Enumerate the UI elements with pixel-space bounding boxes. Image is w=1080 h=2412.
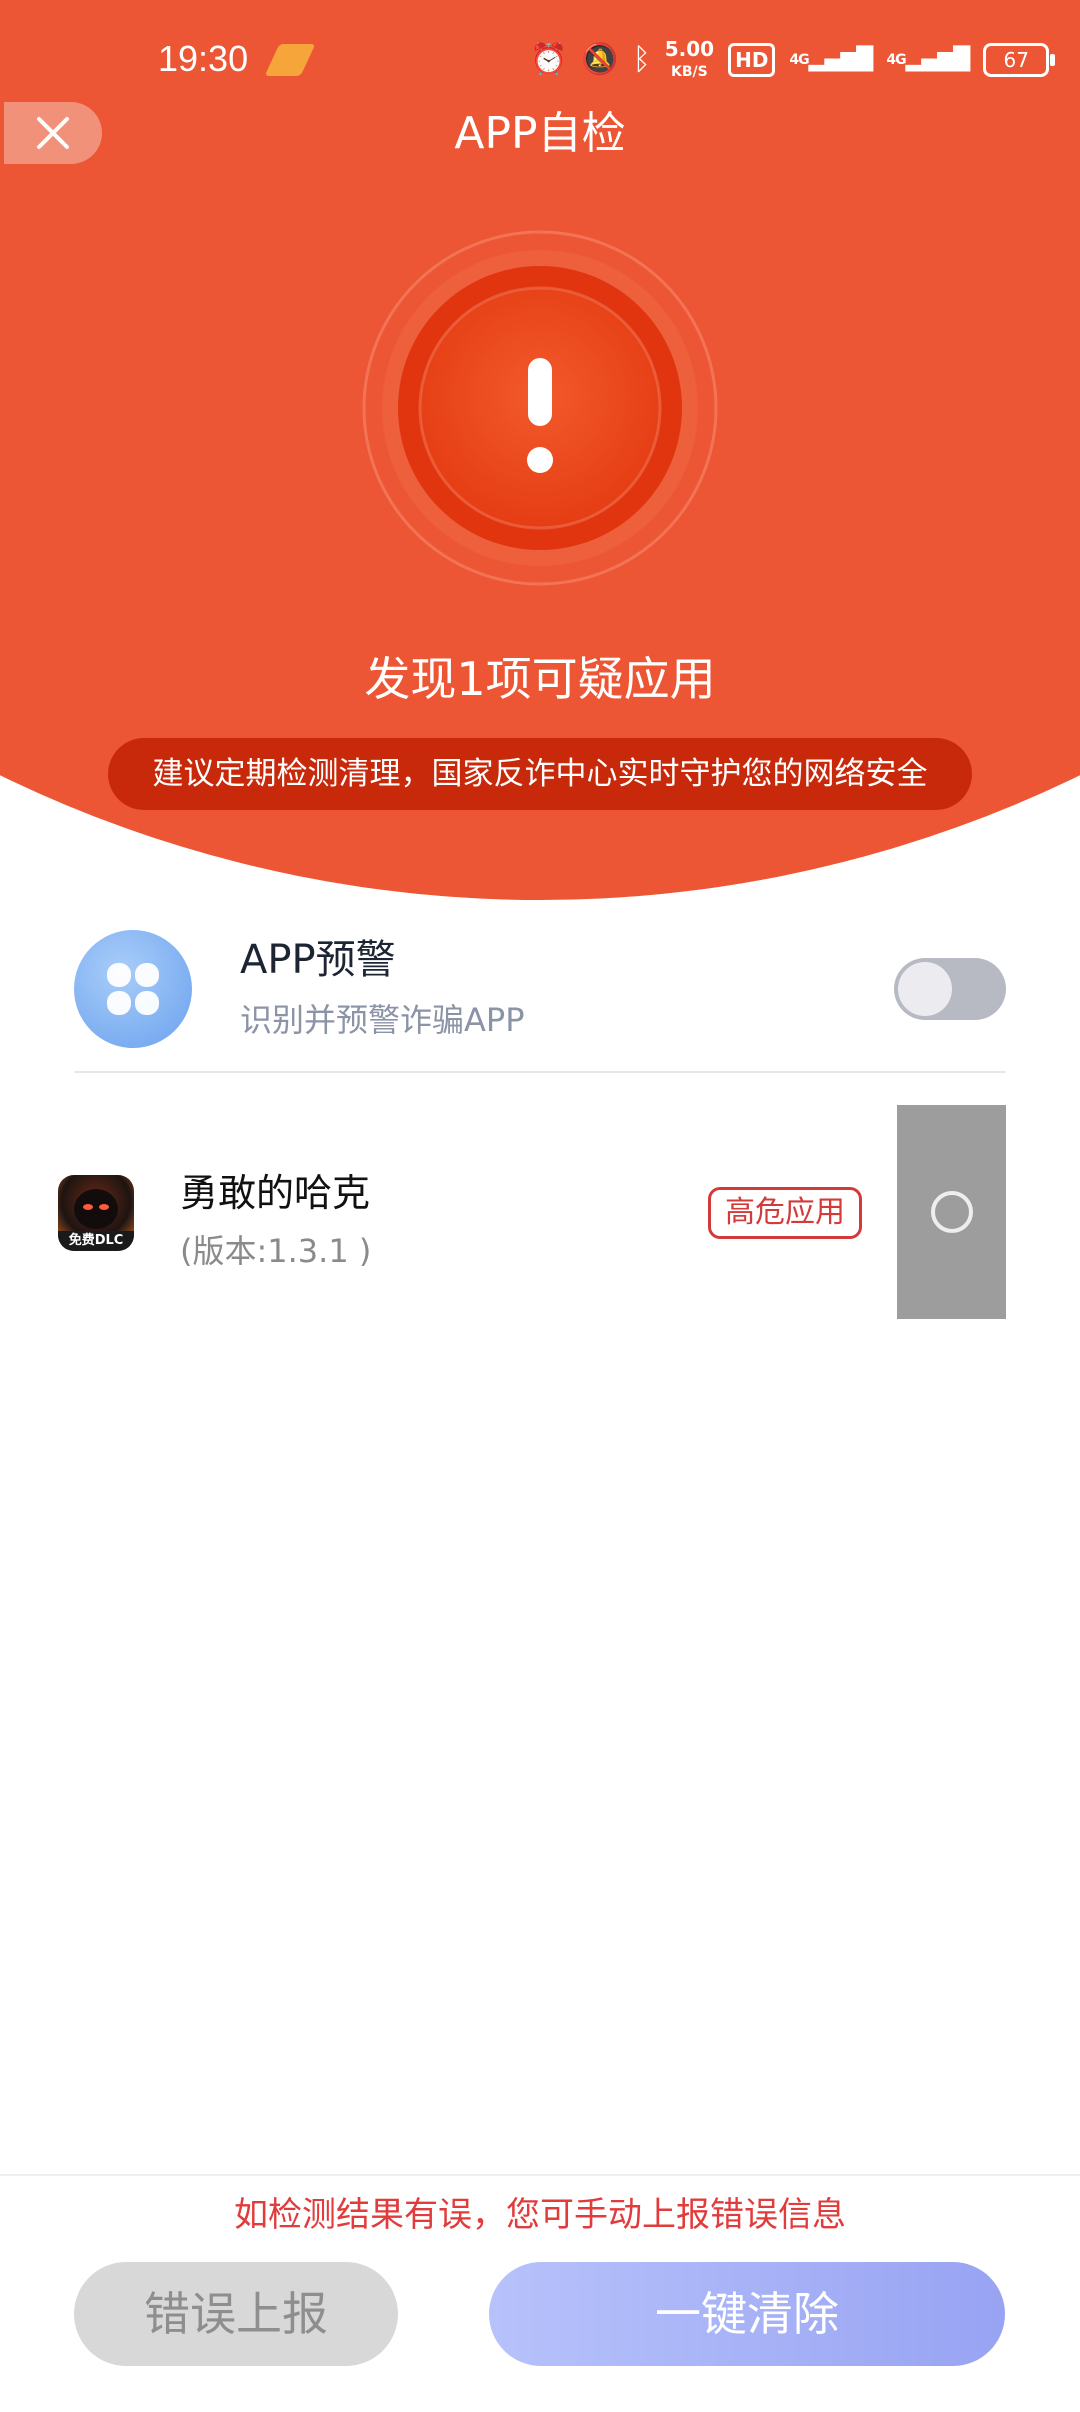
alert-warning-icon — [362, 230, 718, 586]
report-error-button[interactable]: 错误上报 — [74, 2262, 398, 2366]
battery-icon: 67 — [983, 43, 1056, 77]
divider — [74, 1071, 1006, 1073]
app-warning-row: APP预警 识别并预警诈骗APP — [74, 928, 1006, 1072]
footer-divider — [0, 2174, 1080, 2176]
report-hint[interactable]: 如检测结果有误，您可手动上报错误信息 — [0, 2190, 1080, 2240]
app-warning-subtitle: 识别并预警诈骗APP — [240, 1001, 525, 1039]
app-name: 勇敢的哈克 — [180, 1171, 371, 1215]
signal-icon: 4G▂▄▆█ — [789, 47, 873, 72]
header-section: 19:30 ⏰ 🔕 ᛒ 5.00 KB/S HD 4G▂▄▆█ 4G▂▄▆█ 6… — [0, 0, 1080, 900]
page-title: APP自检 — [454, 108, 626, 159]
found-suspicious-count: 发现1项可疑应用 — [364, 652, 716, 706]
bluetooth-icon: ᛒ — [632, 42, 651, 77]
signal-icon: 4G▂▄▆█ — [886, 47, 970, 72]
toggle-knob — [898, 962, 952, 1016]
net-speed: 5.00 KB/S — [665, 39, 714, 82]
app-warning-toggle[interactable] — [894, 958, 1006, 1020]
security-tip-banner: 建议定期检测清理，国家反诈中心实时守护您的网络安全 — [108, 738, 972, 810]
clover-icon — [107, 963, 159, 1015]
app-icon: 免费DLC — [58, 1175, 134, 1251]
alarm-icon: ⏰ — [530, 42, 568, 77]
high-risk-badge: 高危应用 — [708, 1187, 862, 1239]
app-warning-icon — [74, 930, 192, 1048]
game-character-icon — [74, 1189, 118, 1229]
app-icon-badge: 免费DLC — [58, 1231, 134, 1251]
net-speed-unit: KB/S — [671, 63, 708, 80]
signal-label: 4G — [886, 52, 906, 68]
one-click-clear-button[interactable]: 一键清除 — [489, 2262, 1005, 2366]
status-icons: ⏰ 🔕 ᛒ 5.00 KB/S HD 4G▂▄▆█ 4G▂▄▆█ 67 — [530, 38, 1056, 82]
radio-circle-icon — [930, 1191, 973, 1233]
mute-icon: 🔕 — [581, 42, 619, 77]
app-version: (版本:1.3.1 ) — [180, 1232, 372, 1270]
status-time: 19:30 — [158, 38, 249, 79]
net-speed-value: 5.00 — [664, 36, 715, 61]
app-select-checkbox[interactable] — [897, 1105, 1006, 1319]
status-bar: 19:30 ⏰ 🔕 ᛒ 5.00 KB/S HD 4G▂▄▆█ 4G▂▄▆█ 6… — [0, 0, 1080, 120]
app-warning-title: APP预警 — [240, 937, 396, 983]
app-notification-icon — [264, 44, 316, 76]
suspicious-app-row[interactable]: 免费DLC 勇敢的哈克 (版本:1.3.1 ) 高危应用 — [58, 1105, 1006, 1319]
hd-icon: HD — [728, 43, 776, 77]
signal-label: 4G — [789, 52, 809, 68]
